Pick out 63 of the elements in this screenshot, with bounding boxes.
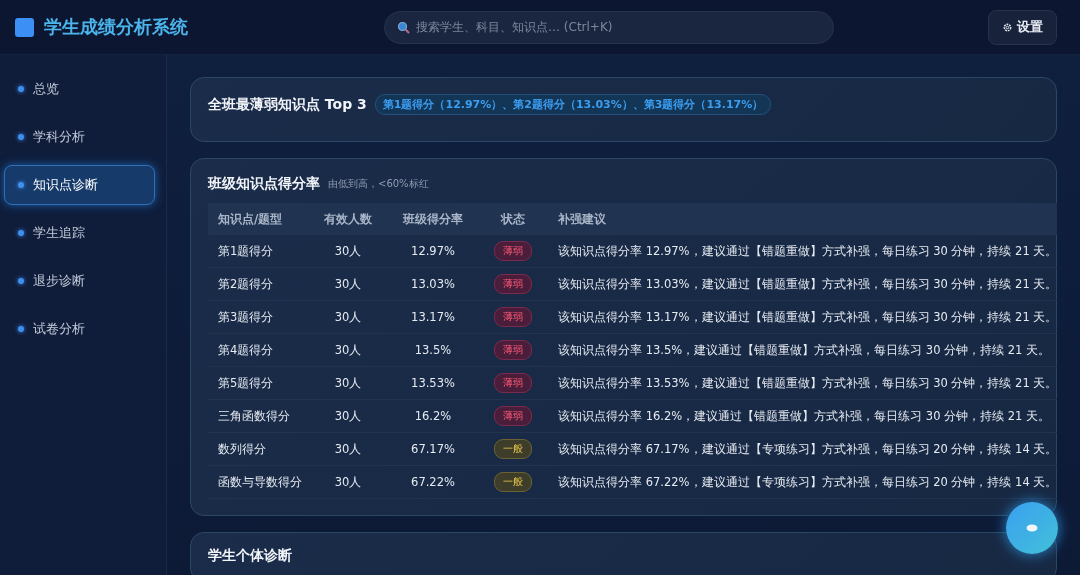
table-cell: 67.17%	[388, 433, 478, 466]
table-cell: 该知识点得分率 16.2%，建议通过【错题重做】方式补强，每日练习 30 分钟，持续 21 天。	[548, 400, 1058, 433]
card-title: 班级知识点得分率	[208, 175, 320, 193]
card-title: 学生个体诊断	[208, 547, 293, 565]
table-cell: 三角函数得分	[208, 400, 308, 433]
status-tag: 一般	[494, 439, 532, 459]
column-header: 有效人数	[308, 203, 388, 235]
table-cell: 30人	[308, 367, 388, 400]
table-cell: 30人	[308, 235, 388, 268]
table-cell: 第1题得分	[208, 235, 308, 268]
search-field[interactable]: 搜索学生、科目、知识点… (Ctrl+K)	[384, 10, 834, 44]
table-cell: 第4题得分	[208, 334, 308, 367]
table-cell: 数列得分	[208, 433, 308, 466]
table-cell: 30人	[308, 334, 388, 367]
status-tag: 薄弱	[494, 307, 532, 327]
search-icon	[397, 20, 410, 34]
table-cell: 12.97%	[388, 235, 478, 268]
table-cell: 13.03%	[388, 268, 478, 301]
status-tag: 薄弱	[494, 406, 532, 426]
status-tag: 薄弱	[494, 274, 532, 294]
sidebar-item[interactable]: 总览	[4, 69, 155, 109]
app-title: 学生成绩分析系统	[44, 15, 189, 39]
table-cell: 13.5%	[388, 334, 478, 367]
table-cell: 该知识点得分率 13.53%，建议通过【错题重做】方式补强，每日练习 30 分钟，持续 21 天。	[548, 367, 1058, 400]
table-cell: 第2题得分	[208, 268, 308, 301]
sidebar-item[interactable]: 知识点诊断	[4, 165, 155, 205]
logo-icon	[15, 17, 34, 37]
sidebar-item[interactable]: 试卷分析	[4, 309, 155, 349]
status-tag: 薄弱	[494, 241, 532, 261]
status-tag: 薄弱	[494, 373, 532, 393]
table-cell: 第3题得分	[208, 301, 308, 334]
column-header: 知识点/题型	[208, 203, 308, 235]
card-subtitle: 由低到高，<60%标红	[328, 177, 429, 191]
table-cell: 该知识点得分率 13.17%，建议通过【错题重做】方式补强，每日练习 30 分钟，持续 21 天。	[548, 301, 1058, 334]
status-tag: 一般	[494, 472, 532, 492]
settings-button[interactable]: 设置	[988, 9, 1057, 45]
table-cell: 30人	[308, 433, 388, 466]
table-cell: 函数与导数得分	[208, 466, 308, 499]
bubble-icon	[1026, 524, 1038, 532]
table-cell: 30人	[308, 301, 388, 334]
table-cell: 13.53%	[388, 367, 478, 400]
table-cell: 16.2%	[388, 400, 478, 433]
table-cell: 该知识点得分率 67.22%，建议通过【专项练习】方式补强，每日练习 20 分钟，持续 14 天。	[548, 466, 1058, 499]
table-cell: 30人	[308, 466, 388, 499]
sidebar-item[interactable]: 退步诊断	[4, 261, 155, 301]
table-cell: 30人	[308, 400, 388, 433]
table-cell: 该知识点得分率 12.97%，建议通过【错题重做】方式补强，每日练习 30 分钟，持续 21 天。	[548, 235, 1058, 268]
column-header: 班级得分率	[388, 203, 478, 235]
weak-points-badge: 第1题得分（12.97%）、第2题得分（13.03%）、第3题得分（13.17%）	[374, 94, 772, 115]
sidebar-item[interactable]: 学生追踪	[4, 213, 155, 253]
column-header: 补强建议	[548, 203, 1058, 235]
sidebar-item[interactable]: 学科分析	[4, 117, 155, 157]
table-cell: 第5题得分	[208, 367, 308, 400]
column-header: 状态	[478, 203, 548, 235]
table-cell: 67.22%	[388, 466, 478, 499]
settings-icon	[1002, 21, 1013, 33]
table-cell: 该知识点得分率 13.5%，建议通过【错题重做】方式补强，每日练习 30 分钟，持续 21 天。	[548, 334, 1058, 367]
table-cell: 该知识点得分率 13.03%，建议通过【错题重做】方式补强，每日练习 30 分钟，持续 21 天。	[548, 268, 1058, 301]
table-cell: 30人	[308, 268, 388, 301]
status-tag: 薄弱	[494, 340, 532, 360]
card-title: 全班最薄弱知识点 Top 3	[208, 95, 367, 114]
table-cell: 该知识点得分率 67.17%，建议通过【专项练习】方式补强，每日练习 20 分钟，持续 14 天。	[548, 433, 1058, 466]
table-cell: 13.17%	[388, 301, 478, 334]
